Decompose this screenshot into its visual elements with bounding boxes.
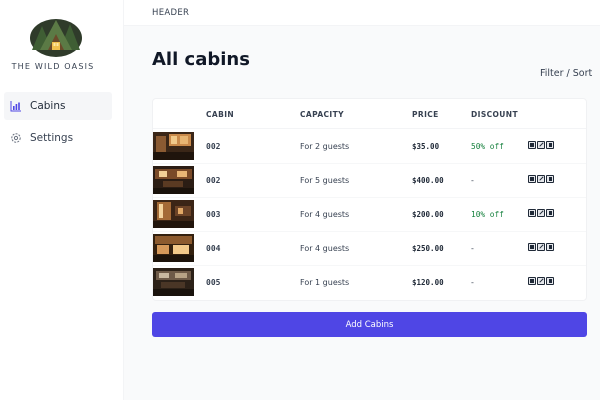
cabin-name: 003 bbox=[206, 210, 221, 219]
page-title: All cabins bbox=[152, 49, 250, 70]
row-actions bbox=[528, 277, 554, 285]
cabin-discount: - bbox=[471, 278, 474, 287]
delete-icon[interactable] bbox=[546, 243, 554, 251]
edit-icon[interactable] bbox=[537, 243, 545, 251]
column-header-cabin: CABIN bbox=[206, 110, 235, 119]
table-row: 004 For 4 guests $250.00 - bbox=[153, 232, 586, 266]
row-actions bbox=[528, 209, 554, 217]
chart-icon bbox=[10, 101, 21, 112]
cabin-capacity: For 1 guests bbox=[300, 278, 350, 287]
cabin-discount: - bbox=[471, 244, 474, 253]
cabin-price: $200.00 bbox=[412, 210, 444, 219]
table-header: CABIN CAPACITY PRICE DISCOUNT bbox=[153, 99, 586, 129]
cabin-name: 005 bbox=[206, 278, 221, 287]
cabins-table: CABIN CAPACITY PRICE DISCOUNT 002 For 2 … bbox=[152, 98, 587, 301]
cabin-image bbox=[153, 166, 194, 194]
delete-icon[interactable] bbox=[546, 141, 554, 149]
add-cabins-button[interactable]: Add Cabins bbox=[152, 312, 587, 337]
duplicate-icon[interactable] bbox=[528, 141, 536, 149]
sidebar-item-cabins[interactable]: Cabins bbox=[4, 92, 112, 120]
cabin-image bbox=[153, 132, 194, 160]
sidebar: THE WILD OASIS Cabins Settings bbox=[0, 0, 124, 400]
duplicate-icon[interactable] bbox=[528, 243, 536, 251]
delete-icon[interactable] bbox=[546, 277, 554, 285]
filter-sort[interactable]: Filter / Sort bbox=[540, 68, 592, 79]
duplicate-icon[interactable] bbox=[528, 209, 536, 217]
cabin-capacity: For 4 guests bbox=[300, 210, 350, 219]
cabin-image bbox=[153, 200, 194, 228]
cabin-capacity: For 2 guests bbox=[300, 142, 350, 151]
duplicate-icon[interactable] bbox=[528, 175, 536, 183]
column-header-discount: DISCOUNT bbox=[471, 110, 518, 119]
gear-icon bbox=[11, 133, 21, 143]
cabin-price: $400.00 bbox=[412, 176, 444, 185]
cabin-discount: 50% off bbox=[471, 142, 504, 151]
cabin-name: 004 bbox=[206, 244, 221, 253]
table-row: 002 For 5 guests $400.00 - bbox=[153, 164, 586, 198]
edit-icon[interactable] bbox=[537, 209, 545, 217]
header: HEADER bbox=[124, 0, 600, 26]
cabin-discount: - bbox=[471, 176, 474, 185]
sidebar-item-settings[interactable]: Settings bbox=[4, 124, 112, 152]
delete-icon[interactable] bbox=[546, 175, 554, 183]
sidebar-item-label: Cabins bbox=[30, 100, 66, 112]
table-row: 002 For 2 guests $35.00 50% off bbox=[153, 130, 586, 164]
cabin-image bbox=[153, 268, 194, 296]
row-actions bbox=[528, 141, 554, 149]
cabin-price: $250.00 bbox=[412, 244, 444, 253]
column-header-price: PRICE bbox=[412, 110, 439, 119]
cabin-image bbox=[153, 234, 194, 262]
table-row: 003 For 4 guests $200.00 10% off bbox=[153, 198, 586, 232]
logo bbox=[26, 14, 86, 58]
sidebar-item-label: Settings bbox=[30, 132, 74, 144]
cabin-discount: 10% off bbox=[471, 210, 504, 219]
cabin-name: 002 bbox=[206, 176, 221, 185]
duplicate-icon[interactable] bbox=[528, 277, 536, 285]
table-row: 005 For 1 guests $120.00 - bbox=[153, 266, 586, 300]
cabin-name: 002 bbox=[206, 142, 221, 151]
row-actions bbox=[528, 243, 554, 251]
logo-text: THE WILD OASIS bbox=[11, 62, 95, 71]
column-header-capacity: CAPACITY bbox=[300, 110, 344, 119]
edit-icon[interactable] bbox=[537, 141, 545, 149]
delete-icon[interactable] bbox=[546, 209, 554, 217]
row-actions bbox=[528, 175, 554, 183]
cabin-capacity: For 5 guests bbox=[300, 176, 350, 185]
cabin-price: $120.00 bbox=[412, 278, 444, 287]
cabin-capacity: For 4 guests bbox=[300, 244, 350, 253]
edit-icon[interactable] bbox=[537, 277, 545, 285]
header-text: HEADER bbox=[152, 8, 190, 18]
cabin-price: $35.00 bbox=[412, 142, 440, 151]
edit-icon[interactable] bbox=[537, 175, 545, 183]
